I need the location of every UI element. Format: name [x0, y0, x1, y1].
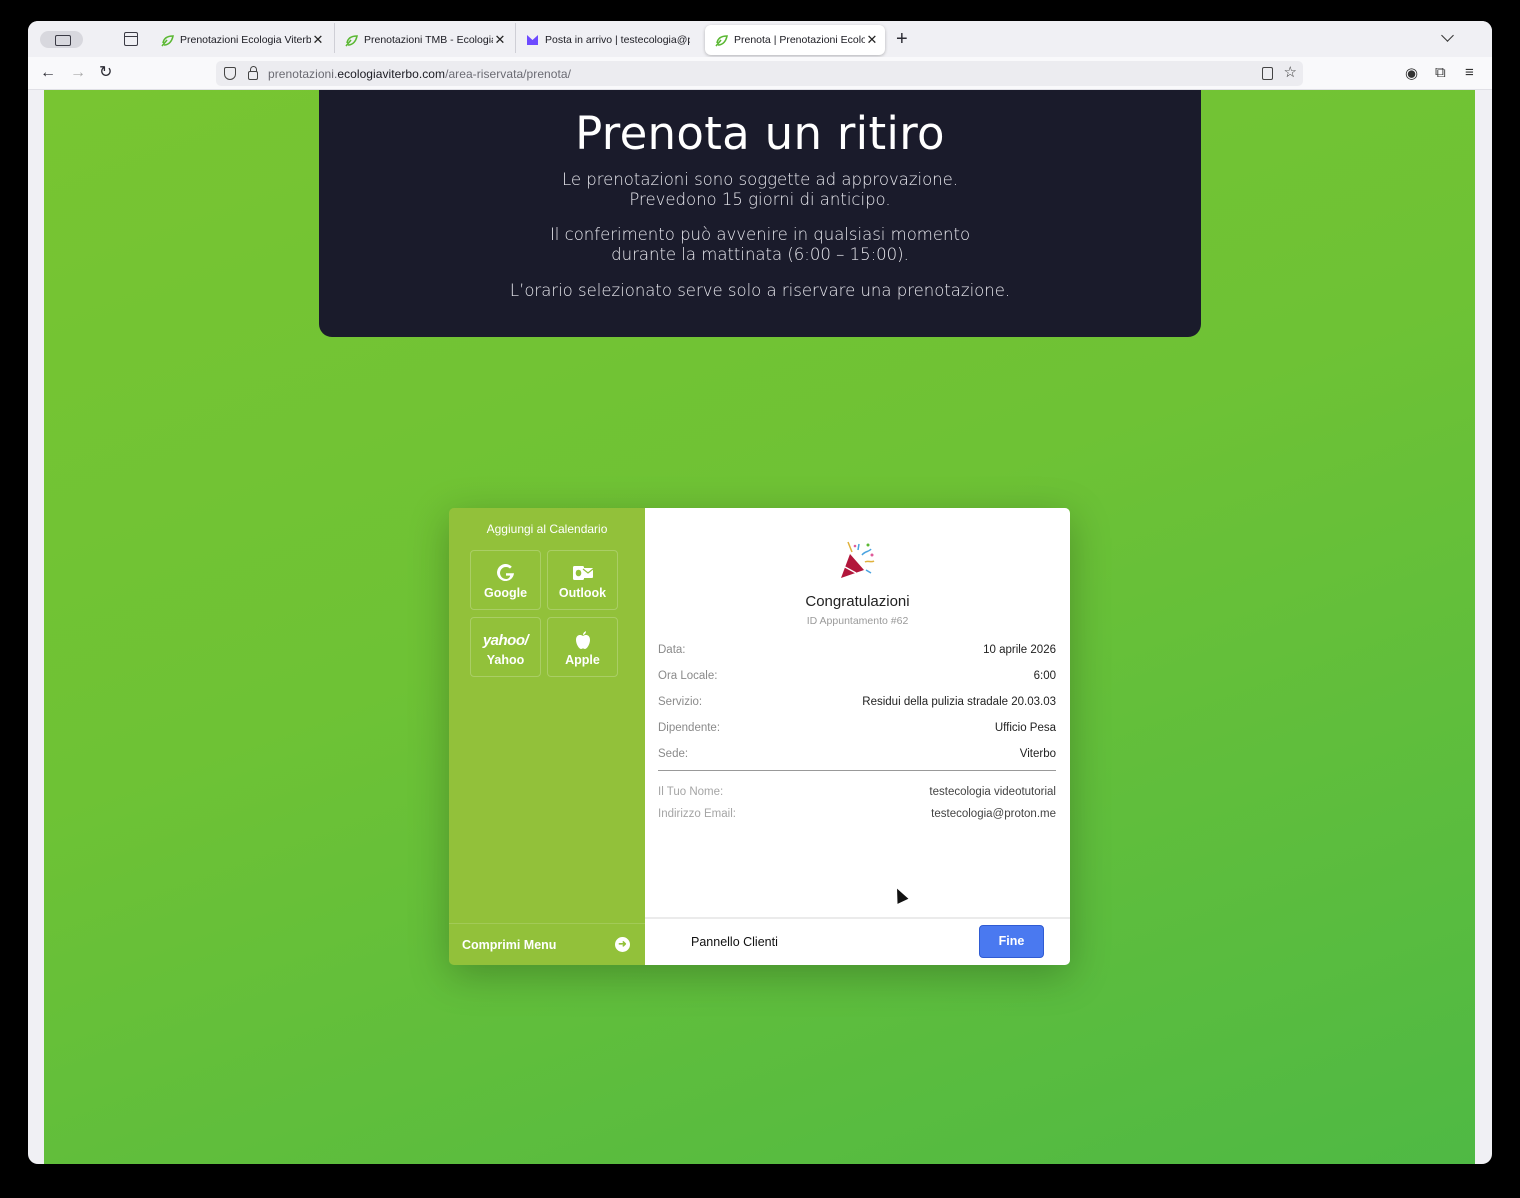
- detail-value: testecologia videotutorial: [929, 786, 1056, 798]
- yahoo-logo-text: yahoo/: [482, 631, 529, 649]
- apple-icon: [548, 629, 617, 651]
- close-tab-icon[interactable]: ✕: [493, 32, 507, 48]
- ecologia-leaf-icon: [161, 34, 174, 47]
- booking-confirmation-card: Aggiungi al Calendario Google Outlook ya…: [449, 508, 1070, 965]
- arrow-right-circle-icon: ➜: [615, 937, 630, 952]
- detail-label: Sede:: [658, 748, 689, 760]
- menu-icon[interactable]: ≡: [1465, 64, 1474, 81]
- detail-row-location: Sede: Viterbo: [658, 748, 1056, 760]
- appointment-id: ID Appuntamento #62: [806, 615, 909, 627]
- detail-row-service: Servizio: Residui della pulizia stradale…: [658, 696, 1056, 708]
- page-content: Prenota un ritiro Le prenotazioni sono s…: [44, 90, 1475, 1164]
- detail-value: Residui della pulizia stradale 20.03.03: [862, 696, 1056, 708]
- detail-value: testecologia@proton.me: [931, 808, 1056, 820]
- hero-line: Le prenotazioni sono soggette ad approva…: [561, 170, 959, 189]
- detail-value: Viterbo: [1019, 748, 1056, 760]
- url-prefix: prenotazioni.: [268, 66, 338, 81]
- address-bar[interactable]: prenotazioni.ecologiaviterbo.com/area-ri…: [216, 61, 1303, 86]
- add-to-outlook-button[interactable]: Outlook: [547, 550, 618, 610]
- calendar-button-label: Yahoo: [486, 653, 525, 667]
- collapse-menu-button[interactable]: Comprimi Menu ➜: [449, 923, 645, 965]
- url-path: /area-riservata/prenota/: [445, 66, 571, 81]
- chevron-down-icon[interactable]: [1441, 29, 1454, 42]
- close-tab-icon[interactable]: ✕: [865, 32, 879, 48]
- detail-value: 6:00: [1033, 670, 1056, 682]
- bookmark-star-icon[interactable]: ☆: [1284, 63, 1297, 81]
- lock-icon[interactable]: [248, 65, 258, 80]
- party-popper-icon: [841, 541, 875, 578]
- hero-line: Il conferimento può avvenire in qualsias…: [549, 225, 971, 244]
- detail-value: 10 aprile 2026: [983, 644, 1056, 656]
- sidebar-toggle-icon[interactable]: [40, 31, 83, 48]
- add-to-apple-button[interactable]: Apple: [547, 617, 618, 677]
- detail-row-time: Ora Locale: 6:00: [658, 670, 1056, 682]
- hero-line: L’orario selezionato serve solo a riserv…: [509, 281, 1011, 300]
- tab-strip: Prenotazioni Ecologia Viterbo | G ✕ Pren…: [28, 21, 1492, 57]
- detail-label: Dipendente:: [658, 722, 721, 734]
- customer-panel-link[interactable]: Pannello Clienti: [691, 935, 778, 949]
- detail-value: Ufficio Pesa: [994, 722, 1056, 734]
- detail-row-email: Indirizzo Email: testecologia@proton.me: [658, 808, 1056, 820]
- proton-mail-icon: [526, 34, 539, 47]
- detail-row-employee: Dipendente: Ufficio Pesa: [658, 722, 1056, 734]
- hero-line: durante la mattinata (6:00 – 15:00).: [611, 245, 909, 264]
- detail-label: Ora Locale:: [658, 670, 718, 682]
- detail-label: Indirizzo Email:: [658, 808, 736, 820]
- ecologia-leaf-icon: [345, 34, 358, 47]
- close-tab-icon[interactable]: ✕: [311, 32, 325, 48]
- tab-title: Prenota | Prenotazioni Ecologia V: [734, 34, 865, 46]
- congratulations-heading: Congratulazioni: [805, 593, 910, 610]
- add-to-google-button[interactable]: Google: [470, 550, 541, 610]
- detail-label: Il Tuo Nome:: [658, 786, 724, 798]
- tab-prenota-active[interactable]: Prenota | Prenotazioni Ecologia V ✕: [705, 25, 885, 55]
- new-tab-icon[interactable]: +: [896, 29, 908, 49]
- hero-line: Prevedono 15 giorni di anticipo.: [629, 190, 891, 209]
- calendar-sidebar-title: Aggiungi al Calendario: [486, 522, 608, 536]
- account-icon[interactable]: ◉: [1405, 64, 1418, 82]
- calendar-button-label: Apple: [565, 653, 600, 667]
- hero-banner: Prenota un ritiro Le prenotazioni sono s…: [319, 90, 1201, 337]
- extensions-icon[interactable]: ⧉: [1435, 64, 1446, 81]
- tab-prenotazioni-ecologia[interactable]: Prenotazioni Ecologia Viterbo | G ✕: [151, 25, 331, 55]
- navigation-bar: ← → ↻ prenotazioni.ecologiaviterbo.com/a…: [28, 57, 1492, 90]
- shield-icon[interactable]: [224, 67, 236, 80]
- detail-row-date: Data: 10 aprile 2026: [658, 644, 1056, 656]
- yahoo-icon: yahoo/: [471, 629, 540, 651]
- calendar-sidebar: Aggiungi al Calendario Google Outlook ya…: [449, 508, 645, 965]
- reader-view-icon[interactable]: [1262, 67, 1273, 80]
- tab-title: Prenotazioni Ecologia Viterbo | G: [180, 34, 311, 46]
- calendar-button-label: Google: [483, 586, 528, 600]
- forward-arrow-icon[interactable]: →: [70, 63, 86, 83]
- calendar-button-label: Outlook: [558, 586, 607, 600]
- detail-label: Servizio:: [658, 696, 703, 708]
- done-button[interactable]: Fine: [979, 925, 1044, 958]
- add-to-yahoo-button[interactable]: yahoo/ Yahoo: [470, 617, 541, 677]
- browser-window: Prenotazioni Ecologia Viterbo | G ✕ Pren…: [28, 21, 1492, 1164]
- tab-title: Prenotazioni TMB - Ecologia Vit: [364, 34, 493, 46]
- tab-list-icon[interactable]: [124, 32, 138, 46]
- outlook-icon: [548, 562, 617, 584]
- back-arrow-icon[interactable]: ←: [40, 63, 56, 83]
- tab-posta-in-arrivo[interactable]: Posta in arrivo | testecologia@pr: [516, 25, 690, 55]
- google-icon: [471, 562, 540, 584]
- ecologia-leaf-icon: [715, 34, 728, 47]
- tab-title: Posta in arrivo | testecologia@pr: [545, 34, 690, 46]
- page-title: Prenota un ritiro: [575, 107, 945, 160]
- url-text[interactable]: prenotazioni.ecologiaviterbo.com/area-ri…: [268, 67, 571, 81]
- details-divider: [658, 770, 1056, 771]
- detail-row-name: Il Tuo Nome: testecologia videotutorial: [658, 786, 1056, 798]
- card-footer: Pannello Clienti Fine: [645, 917, 1070, 965]
- confirmation-panel: Congratulazioni ID Appuntamento #62 Data…: [645, 508, 1070, 965]
- url-domain: ecologiaviterbo.com: [337, 66, 446, 81]
- collapse-menu-label: Comprimi Menu: [462, 937, 557, 952]
- detail-label: Data:: [658, 644, 686, 656]
- tab-prenotazioni-tmb[interactable]: Prenotazioni TMB - Ecologia Vit ✕: [335, 25, 513, 55]
- reload-icon[interactable]: ↻: [99, 63, 112, 83]
